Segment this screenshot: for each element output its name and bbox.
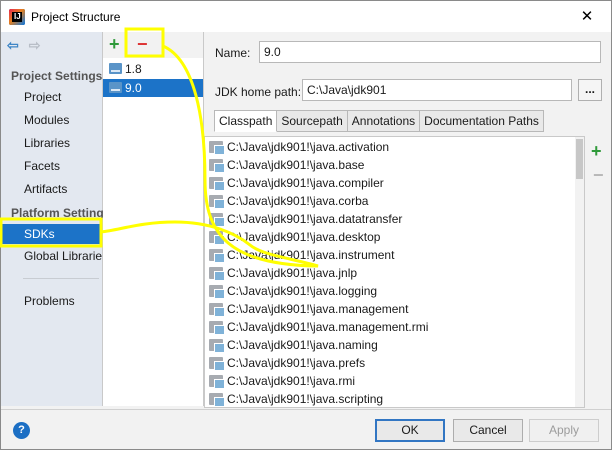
jar-module-icon <box>209 357 225 371</box>
list-item[interactable]: C:\Java\jdk901!\java.activation <box>205 138 577 156</box>
list-item[interactable]: C:\Java\jdk901!\java.prefs <box>205 354 577 372</box>
tab-sourcepath[interactable]: Sourcepath <box>277 110 348 132</box>
back-arrow-icon[interactable]: ⇦ <box>7 38 19 52</box>
sdk-item-9-0[interactable]: 9.0 <box>103 79 203 97</box>
forward-arrow-icon[interactable]: ⇨ <box>29 38 41 52</box>
name-label: Name: <box>215 46 251 60</box>
sidebar-item-modules[interactable]: Modules <box>1 110 102 130</box>
sidebar-item-problems[interactable]: Problems <box>1 291 102 311</box>
add-sdk-icon[interactable]: + <box>109 35 120 53</box>
remove-classpath-icon[interactable]: − <box>593 165 604 186</box>
jar-module-icon <box>209 339 225 353</box>
close-icon[interactable]: ✕ <box>569 5 605 27</box>
apply-button[interactable]: Apply <box>529 419 599 442</box>
browse-button[interactable]: ... <box>578 79 602 101</box>
list-item[interactable]: C:\Java\jdk901!\java.management <box>205 300 577 318</box>
jdk-folder-icon <box>109 63 122 74</box>
scrollbar-thumb[interactable] <box>576 139 583 179</box>
cancel-button[interactable]: Cancel <box>453 419 523 442</box>
list-item[interactable]: C:\Java\jdk901!\java.logging <box>205 282 577 300</box>
jar-module-icon <box>209 303 225 317</box>
sdk-list: 1.8 9.0 <box>103 58 203 406</box>
sidebar-item-sdks[interactable]: SDKs <box>1 224 102 244</box>
sdk-item-label: 9.0 <box>125 81 142 95</box>
sidebar-item-artifacts[interactable]: Artifacts <box>1 179 102 199</box>
jdk-folder-icon <box>109 82 122 93</box>
sidebar-divider <box>23 278 99 279</box>
list-item[interactable]: C:\Java\jdk901!\java.datatransfer <box>205 210 577 228</box>
jdk-home-path-label: JDK home path: <box>215 85 302 99</box>
jar-module-icon <box>209 393 225 407</box>
list-item[interactable]: C:\Java\jdk901!\java.rmi <box>205 372 577 390</box>
jar-module-icon <box>209 141 225 155</box>
sdk-list-panel: + − 1.8 9.0 <box>103 32 204 406</box>
classpath-list: C:\Java\jdk901!\java.activation C:\Java\… <box>204 136 585 408</box>
sidebar-item-global-libraries[interactable]: Global Libraries <box>1 246 102 266</box>
jdk-home-path-field[interactable]: C:\Java\jdk901 <box>302 79 572 101</box>
jar-module-icon <box>209 159 225 173</box>
jar-module-icon <box>209 285 225 299</box>
jar-module-icon <box>209 231 225 245</box>
sidebar-item-project[interactable]: Project <box>1 87 102 107</box>
jar-module-icon <box>209 249 225 263</box>
tab-classpath[interactable]: Classpath <box>214 110 278 132</box>
help-icon[interactable]: ? <box>13 422 30 439</box>
intellij-logo-icon: IJ <box>9 8 25 25</box>
sdk-item-1-8[interactable]: 1.8 <box>103 60 203 78</box>
nav-arrows: ⇦ ⇨ <box>7 38 40 52</box>
sdk-item-label: 1.8 <box>125 62 142 76</box>
jar-module-icon <box>209 213 225 227</box>
jar-module-icon <box>209 375 225 389</box>
jar-module-icon <box>209 321 225 335</box>
add-classpath-icon[interactable]: + <box>591 141 602 162</box>
sdk-tabs: Classpath Sourcepath Annotations Documen… <box>214 110 544 132</box>
sidebar-item-libraries[interactable]: Libraries <box>1 133 102 153</box>
section-platform-settings: Platform Settings <box>11 206 103 220</box>
list-item[interactable]: C:\Java\jdk901!\java.desktop <box>205 228 577 246</box>
list-item[interactable]: C:\Java\jdk901!\java.base <box>205 156 577 174</box>
list-item[interactable]: C:\Java\jdk901!\java.instrument <box>205 246 577 264</box>
jar-module-icon <box>209 267 225 281</box>
list-item[interactable]: C:\Java\jdk901!\java.management.rmi <box>205 318 577 336</box>
window-title: Project Structure <box>31 9 121 24</box>
list-item[interactable]: C:\Java\jdk901!\java.scripting <box>205 390 577 407</box>
section-project-settings: Project Settings <box>11 69 103 83</box>
tab-documentation-paths[interactable]: Documentation Paths <box>420 110 544 132</box>
list-item[interactable]: C:\Java\jdk901!\java.compiler <box>205 174 577 192</box>
remove-sdk-icon[interactable]: − <box>137 35 148 53</box>
sdk-name-field[interactable]: 9.0 <box>259 41 601 63</box>
tab-annotations[interactable]: Annotations <box>347 110 421 132</box>
title-bar: IJ Project Structure ✕ <box>1 1 611 32</box>
project-structure-window: IJ Project Structure ✕ ⇦ ⇨ Project Setti… <box>0 0 612 450</box>
list-item[interactable]: C:\Java\jdk901!\java.corba <box>205 192 577 210</box>
list-item[interactable]: C:\Java\jdk901!\java.jnlp <box>205 264 577 282</box>
sidebar-item-facets[interactable]: Facets <box>1 156 102 176</box>
list-item[interactable]: C:\Java\jdk901!\java.naming <box>205 336 577 354</box>
classpath-scrollbar[interactable] <box>575 137 584 407</box>
dialog-button-bar: ? OK Cancel Apply <box>1 409 611 449</box>
ok-button[interactable]: OK <box>375 419 445 442</box>
settings-sidebar: ⇦ ⇨ Project Settings Project Modules Lib… <box>1 32 103 406</box>
jar-module-icon <box>209 177 225 191</box>
jar-module-icon <box>209 195 225 209</box>
sdk-toolbar: + − <box>103 32 203 58</box>
